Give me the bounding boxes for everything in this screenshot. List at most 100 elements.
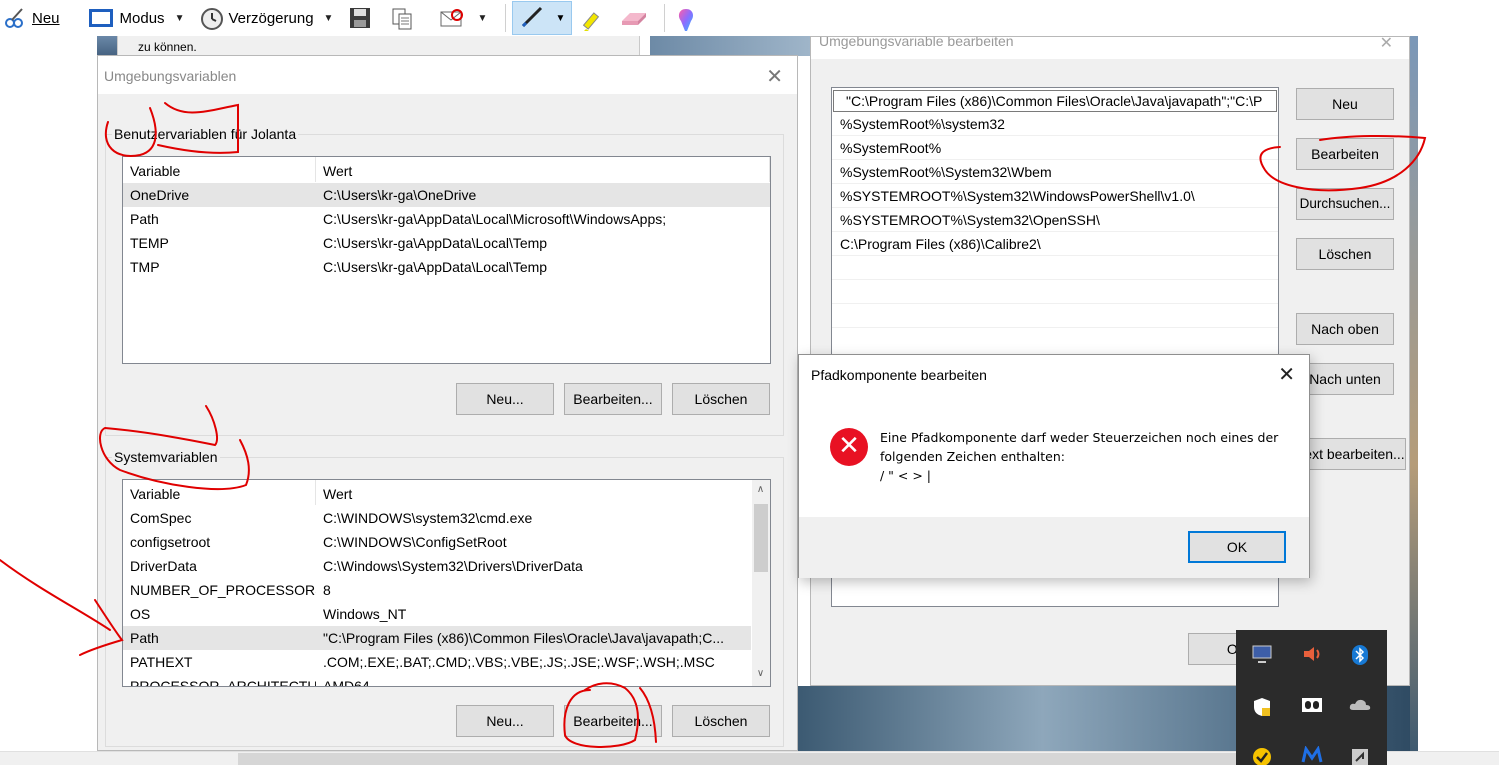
toolbar-separator: [664, 4, 666, 32]
edit-dialog-titlebar: Umgebungsvariable bearbeiten ✕: [811, 37, 1409, 59]
scrollbar-thumb[interactable]: [754, 504, 768, 572]
pen-button[interactable]: ▼: [512, 1, 573, 35]
table-row[interactable]: PATHEXT .COM;.EXE;.BAT;.CMD;.VBS;.VBE;.J…: [123, 650, 751, 674]
edit-entry-button[interactable]: Bearbeiten: [1296, 138, 1394, 170]
message-ok-button[interactable]: OK: [1188, 531, 1286, 563]
scroll-down-icon[interactable]: ∨: [752, 668, 769, 679]
system-variables-list[interactable]: Variable Wert ComSpec C:\WINDOWS\system3…: [122, 479, 771, 687]
new-entry-button[interactable]: Neu: [1296, 88, 1394, 120]
display-icon[interactable]: [1250, 644, 1274, 668]
vertical-scrollbar[interactable]: ∧ ∨: [752, 480, 770, 686]
message-box-title: Pfadkomponente bearbeiten: [811, 367, 987, 383]
table-row[interactable]: DriverData C:\Windows\System32\Drivers\D…: [123, 554, 751, 578]
user-edit-button[interactable]: Bearbeiten...: [564, 383, 662, 415]
table-row[interactable]: OS Windows_NT: [123, 602, 751, 626]
variable-name: NUMBER_OF_PROCESSORS: [130, 582, 316, 598]
system-delete-button[interactable]: Löschen: [672, 705, 770, 737]
pen-dropdown-icon[interactable]: ▼: [555, 13, 565, 24]
volume-icon[interactable]: [1300, 644, 1324, 668]
variable-value: C:\Users\kr-ga\AppData\Local\Temp: [323, 259, 548, 275]
copy-icon: [391, 7, 413, 30]
path-entry[interactable]: %SYSTEMROOT%\System32\OpenSSH\: [832, 208, 1278, 232]
move-up-button[interactable]: Nach oben: [1296, 313, 1394, 345]
table-row[interactable]: OneDrive C:\Users\kr-ga\OneDrive: [123, 183, 770, 207]
table-row[interactable]: NUMBER_OF_PROCESSORS 8: [123, 578, 751, 602]
path-entry-editing[interactable]: "C:\Program Files (x86)\Common Files\Ora…: [833, 90, 1277, 112]
onedrive-icon[interactable]: [1348, 696, 1372, 720]
mode-dropdown-icon[interactable]: ▼: [175, 13, 185, 24]
table-row-selected[interactable]: Path "C:\Program Files (x86)\Common File…: [123, 626, 751, 650]
column-header-value[interactable]: Wert: [316, 157, 770, 182]
send-dropdown-icon[interactable]: ▼: [477, 13, 487, 24]
path-entry[interactable]: %SystemRoot%: [832, 136, 1278, 160]
variable-name: DriverData: [130, 558, 197, 574]
table-row[interactable]: ComSpec C:\WINDOWS\system32\cmd.exe: [123, 506, 751, 530]
user-variables-list[interactable]: Variable Wert OneDrive C:\Users\kr-ga\On…: [122, 156, 771, 364]
path-entry[interactable]: %SystemRoot%\system32: [832, 112, 1278, 136]
scroll-up-icon[interactable]: ∧: [752, 484, 769, 495]
variable-value: C:\Users\kr-ga\AppData\Local\Temp: [323, 235, 548, 251]
update-icon[interactable]: [1348, 746, 1372, 765]
close-icon[interactable]: ✕: [1278, 362, 1295, 386]
horizontal-scrollbar-thumb[interactable]: [238, 753, 1238, 765]
delay-button[interactable]: Verzögerung ▼: [196, 2, 345, 34]
copy-button[interactable]: [387, 2, 423, 34]
env-dialog-title: Umgebungsvariablen: [104, 68, 237, 84]
variable-value: C:\Users\kr-ga\AppData\Local\Microsoft\W…: [323, 211, 667, 227]
norton-icon[interactable]: [1250, 746, 1274, 765]
paint3d-button[interactable]: [671, 2, 707, 34]
close-icon[interactable]: ✕: [766, 64, 783, 88]
mode-button[interactable]: Modus ▼: [84, 2, 197, 34]
message-line: / " < > |: [880, 468, 932, 483]
variable-name: PROCESSOR_ARCHITECTU...: [130, 678, 316, 687]
move-down-button[interactable]: Nach unten: [1296, 363, 1394, 395]
delay-label: Verzögerung: [228, 9, 314, 27]
user-delete-button[interactable]: Löschen: [672, 383, 770, 415]
message-text: Eine Pfadkomponente darf weder Steuerzei…: [880, 428, 1278, 485]
table-row[interactable]: PROCESSOR_ARCHITECTU... AMD64: [123, 674, 751, 687]
error-icon: ✕: [830, 428, 868, 466]
system-edit-button[interactable]: Bearbeiten...: [564, 705, 662, 737]
new-label: Neu: [32, 9, 60, 27]
bluetooth-icon[interactable]: [1348, 644, 1372, 668]
save-icon: [349, 7, 371, 29]
edit-text-button[interactable]: Text bearbeiten...: [1296, 438, 1406, 470]
delay-dropdown-icon[interactable]: ▼: [324, 13, 334, 24]
security-icon[interactable]: [1250, 696, 1274, 720]
user-new-button[interactable]: Neu...: [456, 383, 554, 415]
clock-icon: [200, 7, 224, 30]
snipping-toolbar: Neu Modus ▼ Verzögerung ▼ ▼ ▼: [0, 0, 1499, 36]
variable-name: OneDrive: [130, 187, 190, 203]
close-icon[interactable]: ✕: [1380, 37, 1393, 53]
empty-row: [832, 280, 1278, 304]
column-header-variable[interactable]: Variable: [123, 480, 316, 505]
table-row[interactable]: Path C:\Users\kr-ga\AppData\Local\Micros…: [123, 207, 770, 231]
path-entry[interactable]: %SystemRoot%\System32\Wbem: [832, 160, 1278, 184]
variable-name: configsetroot: [130, 534, 211, 550]
variable-name: ComSpec: [130, 510, 192, 526]
eraser-icon: [620, 7, 648, 29]
column-header-value[interactable]: Wert: [316, 480, 770, 505]
column-header-variable[interactable]: Variable: [123, 157, 316, 182]
highlighter-button[interactable]: [576, 2, 612, 34]
variable-name: Path: [130, 630, 159, 646]
malwarebytes-icon[interactable]: [1300, 745, 1324, 765]
variable-value: C:\Windows\System32\Drivers\DriverData: [323, 558, 583, 574]
browse-button[interactable]: Durchsuchen...: [1296, 188, 1394, 220]
variable-name: TMP: [130, 259, 160, 275]
path-entry[interactable]: C:\Program Files (x86)\Calibre2\: [832, 232, 1278, 256]
system-new-button[interactable]: Neu...: [456, 705, 554, 737]
delete-entry-button[interactable]: Löschen: [1296, 238, 1394, 270]
message-line: folgenden Zeichen enthalten:: [880, 449, 1065, 464]
table-row[interactable]: TEMP C:\Users\kr-ga\AppData\Local\Temp: [123, 231, 770, 255]
save-button[interactable]: [345, 2, 381, 34]
table-row[interactable]: configsetroot C:\WINDOWS\ConfigSetRoot: [123, 530, 751, 554]
send-button[interactable]: ▼: [435, 2, 499, 34]
environment-variables-dialog: Umgebungsvariablen ✕ Benutzervariablen f…: [97, 55, 798, 751]
dolby-icon[interactable]: [1300, 696, 1324, 720]
tray-overflow-popup: [1236, 630, 1387, 765]
eraser-button[interactable]: [616, 2, 658, 34]
table-row[interactable]: TMP C:\Users\kr-ga\AppData\Local\Temp: [123, 255, 770, 279]
new-snip-button[interactable]: Neu: [0, 2, 64, 34]
path-entry[interactable]: %SYSTEMROOT%\System32\WindowsPowerShell\…: [832, 184, 1278, 208]
